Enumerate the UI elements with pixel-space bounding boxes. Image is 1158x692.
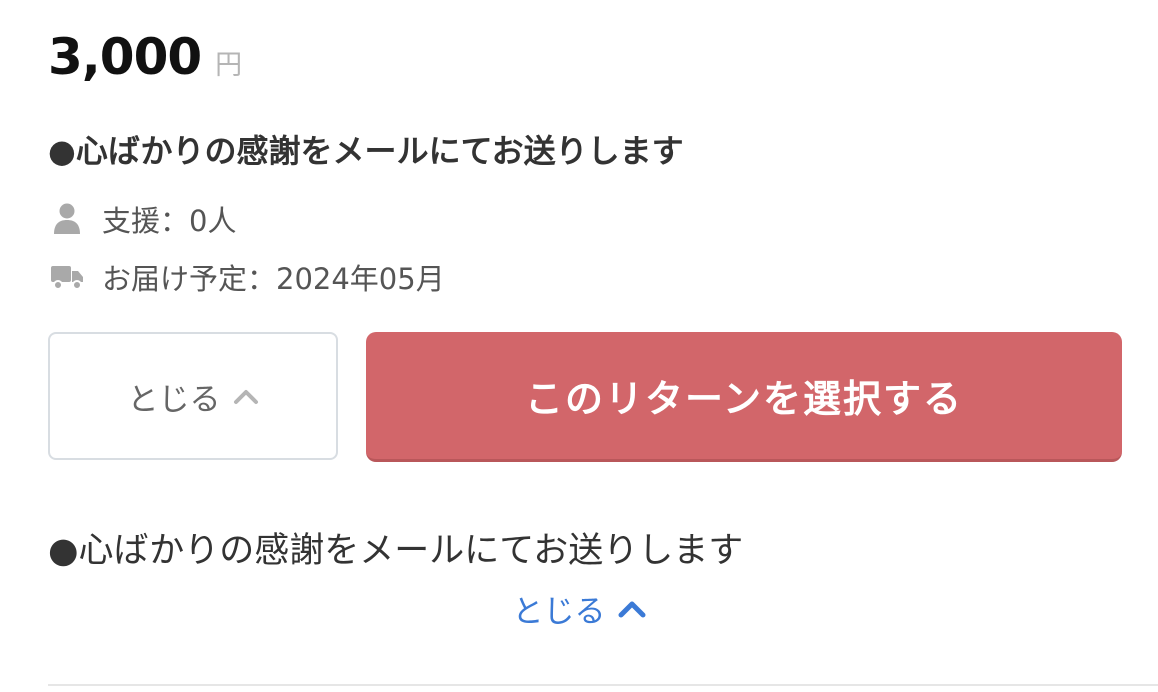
close-link-label: とじる [512, 594, 606, 630]
truck-icon [50, 260, 84, 294]
price-amount: 3,000 [48, 28, 202, 86]
price-unit: 円 [215, 50, 243, 81]
chevron-up-icon [618, 599, 646, 619]
close-button-label: とじる [127, 381, 221, 418]
price: 3,000 円 [48, 28, 242, 86]
close-button[interactable]: とじる [48, 332, 338, 460]
reward-title: ●心ばかりの感謝をメールにてお送りします [48, 132, 684, 170]
chevron-up-icon [233, 387, 259, 405]
supporters-count: 支援：0人 [102, 204, 237, 238]
delivery-date: お届け予定：2024年05月 [102, 262, 445, 296]
close-link[interactable]: とじる [0, 586, 1158, 631]
delivery-row: お届け予定：2024年05月 [50, 256, 445, 298]
divider [48, 684, 1158, 686]
person-icon [50, 202, 84, 236]
select-reward-button[interactable]: このリターンを選択する [366, 332, 1122, 462]
supporters-row: 支援：0人 [50, 198, 236, 240]
reward-description: ●心ばかりの感謝をメールにてお送りします [48, 531, 744, 571]
